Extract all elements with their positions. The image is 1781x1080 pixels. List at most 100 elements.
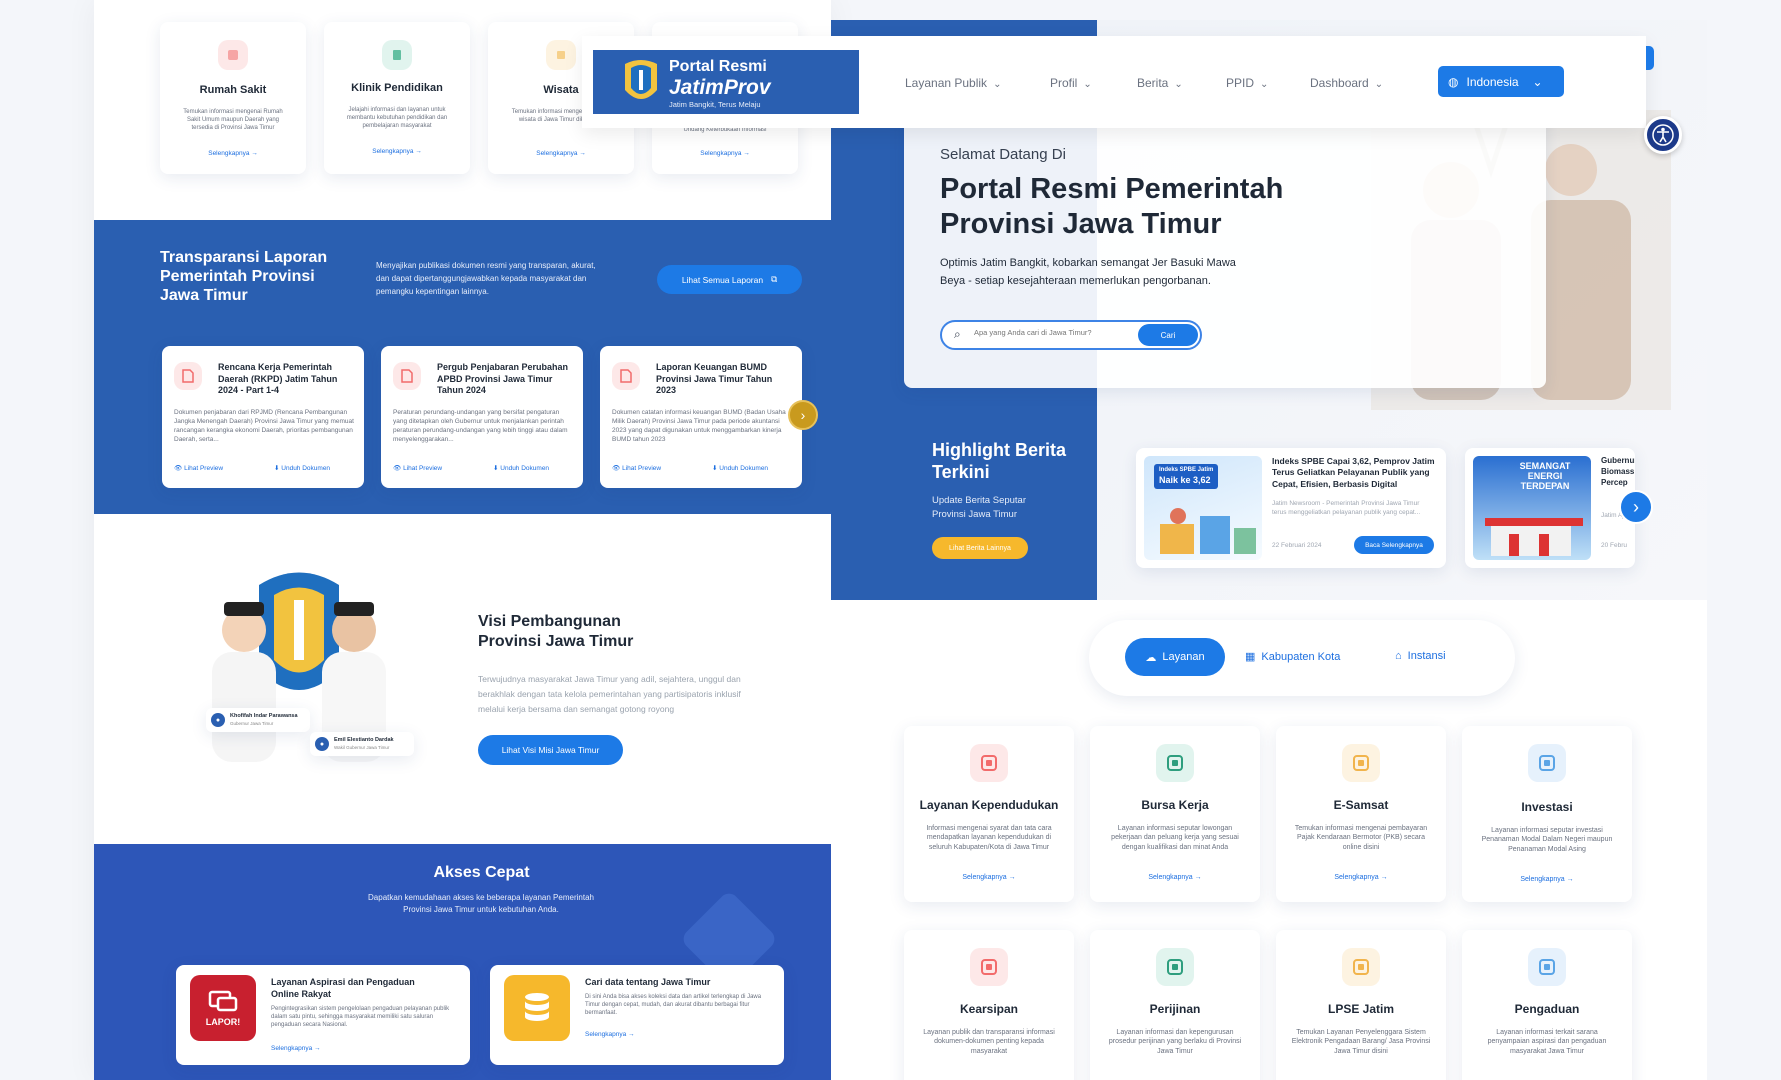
- logo[interactable]: Portal Resmi JatimProv Jatim Bangkit, Te…: [593, 50, 859, 114]
- news-date: 20 Febru: [1601, 542, 1628, 549]
- service-icon: [970, 744, 1008, 782]
- service-link[interactable]: Selengkapnya →: [488, 150, 634, 157]
- service-link[interactable]: Selengkapnya →: [652, 150, 798, 157]
- transparansi-title: Transparansi Laporan Pemerintah Provinsi…: [160, 249, 328, 305]
- service-icon: [1156, 744, 1194, 782]
- more-news-button[interactable]: Lihat Berita Lainnya: [932, 537, 1028, 559]
- visi-desc: Terwujudnya masyarakat Jawa Timur yang a…: [478, 674, 741, 714]
- transparansi-desc: Menyajikan publikasi dokumen resmi yang …: [376, 261, 596, 296]
- layanan-card[interactable]: Perijinan Layanan informasi dan kepenguru…: [1090, 930, 1260, 1080]
- search-icon: ⌕: [954, 327, 961, 341]
- logo-title: Portal Resmi: [669, 58, 767, 75]
- search-box[interactable]: ⌕ Cari: [940, 320, 1202, 350]
- lapor-card[interactable]: LAPOR! Layanan Aspirasi dan Pengaduan On…: [176, 965, 470, 1065]
- nav-layanan-publik[interactable]: Layanan Publik ⌄: [905, 76, 1001, 90]
- layanan-card[interactable]: Kearsipan Layanan publik dan transparansi…: [904, 930, 1074, 1080]
- accessibility-icon[interactable]: [1644, 116, 1682, 154]
- service-card-rumah-sakit[interactable]: Rumah Sakit Temukan informasi mengenai R…: [160, 22, 306, 174]
- download-link[interactable]: ⬇ Unduh Dokumen: [712, 464, 768, 472]
- service-icon: [1342, 744, 1380, 782]
- news-next-icon[interactable]: ›: [1619, 490, 1653, 524]
- news-title: Indeks SPBE Capai 3,62, Pemprov Jatim Te…: [1272, 456, 1435, 489]
- tab-kabupaten-kota[interactable]: ▦ Kabupaten Kota: [1245, 650, 1340, 663]
- document-title: Rencana Kerja Pemerintah Daerah (RKPD) J…: [218, 362, 338, 396]
- service-link[interactable]: Selengkapnya →: [160, 150, 306, 157]
- leader-1-badge: ● Khofifah Indar Parawansa Gubernur Jawa…: [206, 708, 310, 732]
- right-page-panel: Selamat Datang Di Portal Resmi Pemerinta…: [831, 20, 1707, 1080]
- flag-icon: [546, 40, 576, 70]
- preview-link[interactable]: 👁 Lihat Preview: [612, 464, 661, 472]
- news-title: Gubernur Biomass Percep: [1601, 456, 1635, 487]
- cari-data-card[interactable]: Cari data tentang Jawa Timur Di sini And…: [490, 965, 784, 1065]
- read-more-button[interactable]: Baca Selengkapnya: [1354, 536, 1434, 554]
- document-title: Laporan Keuangan BUMD Provinsi Jawa Timu…: [656, 362, 773, 396]
- service-link[interactable]: Selengkapnya →: [324, 148, 470, 155]
- pdf-file-icon: [393, 362, 421, 390]
- layanan-title: Investasi: [1521, 800, 1573, 814]
- institution-icon: ⌂: [1395, 650, 1402, 662]
- akses-item-link[interactable]: Selengkapnya →: [585, 1031, 635, 1038]
- globe-icon: ◍: [1448, 74, 1459, 89]
- document-card[interactable]: Pergub Penjabaran Perubahan APBD Provins…: [381, 346, 583, 488]
- chevron-down-icon: ⌄: [1532, 74, 1543, 89]
- download-link[interactable]: ⬇ Unduh Dokumen: [493, 464, 549, 472]
- leader-name: Emil Elestianto Dardak: [334, 737, 394, 743]
- search-input[interactable]: [974, 328, 1114, 337]
- nav-berita[interactable]: Berita ⌄: [1137, 76, 1183, 90]
- document-desc: Peraturan perundang-undangan yang bersif…: [393, 409, 568, 444]
- document-card[interactable]: Rencana Kerja Pemerintah Daerah (RKPD) J…: [162, 346, 364, 488]
- service-icon: [1342, 948, 1380, 986]
- layanan-card[interactable]: Investasi Layanan informasi seputar inves…: [1462, 726, 1632, 902]
- visi-title: Visi Pembangunan Provinsi Jawa Timur: [478, 613, 634, 650]
- carousel-next-icon[interactable]: ›: [788, 400, 818, 430]
- language-select[interactable]: ◍ Indonesia ⌄: [1438, 66, 1564, 97]
- layanan-desc: Temukan informasi mengenai pembayaran Pa…: [1294, 825, 1428, 851]
- hero-title: Portal Resmi Pemerintah Provinsi Jawa Ti…: [940, 173, 1284, 240]
- search-button[interactable]: Cari: [1138, 324, 1198, 346]
- pdf-file-icon: [612, 362, 640, 390]
- highlight-title: Highlight Berita Terkini: [932, 440, 1066, 482]
- akses-item-desc: Pengintegrasikan sistem pengelolaan peng…: [271, 1006, 450, 1029]
- chevron-down-icon: ⌄: [993, 79, 1002, 90]
- news-date: 22 Februari 2024: [1272, 542, 1322, 549]
- chevron-down-icon: ⌄: [1374, 79, 1384, 90]
- news-image: Indeks SPBE Jatim Naik ke 3,62: [1144, 456, 1262, 560]
- header-edge: [1646, 46, 1654, 70]
- layanan-card[interactable]: Pengaduan Layanan informasi terkait saran…: [1462, 930, 1632, 1080]
- preview-link[interactable]: 👁 Lihat Preview: [393, 464, 442, 472]
- hero-card: Selamat Datang Di Portal Resmi Pemerinta…: [904, 106, 1546, 388]
- service-title: Rumah Sakit: [199, 84, 267, 96]
- layanan-desc: Layanan informasi seputar investasi Pena…: [1481, 827, 1613, 853]
- nav-profil[interactable]: Profil ⌄: [1050, 76, 1092, 90]
- download-link[interactable]: ⬇ Unduh Dokumen: [274, 464, 330, 472]
- nav-ppid[interactable]: PPID ⌄: [1226, 76, 1268, 90]
- layanan-card[interactable]: LPSE Jatim Temukan Layanan Penyelenggara …: [1276, 930, 1446, 1080]
- layanan-title: E-Samsat: [1333, 798, 1389, 812]
- see-all-reports-button[interactable]: Lihat Semua Laporan ⧉: [657, 265, 802, 294]
- service-icon: [970, 948, 1008, 986]
- service-icon: [1156, 948, 1194, 986]
- service-card-klinik[interactable]: Klinik Pendidikan Jelajahi informasi dan…: [324, 22, 470, 174]
- tab-instansi[interactable]: ⌂ Instansi: [1395, 650, 1446, 662]
- akses-cepat-section: Akses Cepat Dapatkan kemudahaan akses ke…: [94, 844, 831, 1080]
- layanan-link[interactable]: Selengkapnya →: [1276, 874, 1446, 881]
- preview-link[interactable]: 👁 Lihat Preview: [174, 464, 223, 472]
- layanan-link[interactable]: Selengkapnya →: [904, 874, 1074, 881]
- news-card[interactable]: Indeks SPBE Jatim Naik ke 3,62 Indeks SPB…: [1136, 448, 1446, 568]
- user-icon: ●: [211, 713, 225, 727]
- user-icon: ●: [315, 737, 329, 751]
- visi-misi-button[interactable]: Lihat Visi Misi Jawa Timur: [478, 735, 623, 765]
- layanan-card[interactable]: E-Samsat Temukan informasi mengenai pemba…: [1276, 726, 1446, 902]
- nav-dashboard[interactable]: Dashboard ⌄: [1310, 76, 1383, 90]
- hero-desc: Optimis Jatim Bangkit, kobarkan semangat…: [940, 257, 1236, 288]
- layanan-card[interactable]: Layanan Kependudukan Informasi mengenai s…: [904, 726, 1074, 902]
- layanan-link[interactable]: Selengkapnya →: [1462, 876, 1632, 883]
- tab-layanan[interactable]: ☁ Layanan: [1125, 638, 1225, 676]
- layanan-card[interactable]: Bursa Kerja Layanan informasi seputar low…: [1090, 726, 1260, 902]
- akses-item-link[interactable]: Selengkapnya →: [271, 1045, 321, 1052]
- news-card[interactable]: SEMANGAT ENERGI TERDEPAN Gubernur Biomas…: [1465, 448, 1635, 568]
- chevron-down-icon: ⌄: [1260, 79, 1269, 90]
- building-icon: ▦: [1245, 651, 1256, 663]
- document-card[interactable]: Laporan Keuangan BUMD Provinsi Jawa Timu…: [600, 346, 802, 488]
- layanan-link[interactable]: Selengkapnya →: [1090, 874, 1260, 881]
